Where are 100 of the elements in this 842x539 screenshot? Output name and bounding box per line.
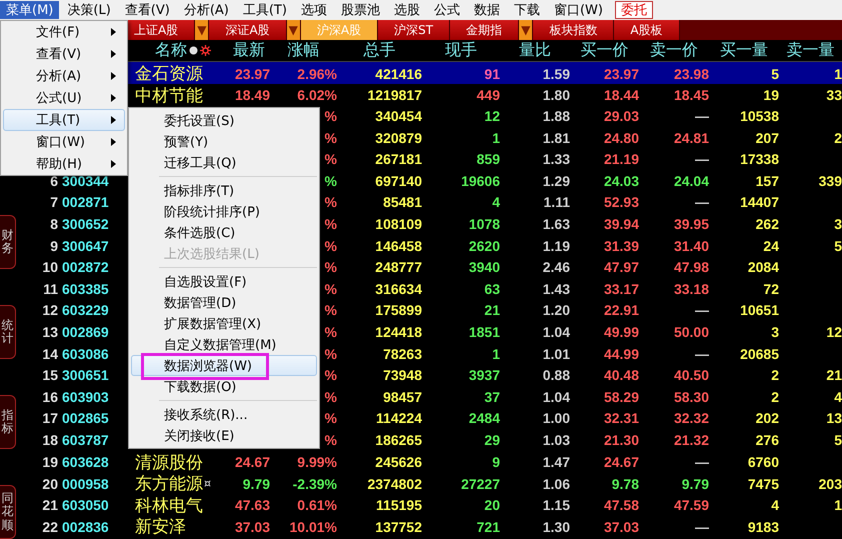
row-number: 12 [42, 302, 58, 318]
sun-icon [200, 45, 211, 56]
table-cell: 9.79 [682, 476, 709, 492]
menu-item[interactable]: 股票池 [334, 1, 386, 19]
table-cell: 421416 [375, 66, 422, 82]
column-header[interactable]: 最新 [233, 40, 265, 61]
menu-item[interactable]: 阶段统计排序(P) [131, 201, 317, 222]
menu-item[interactable]: 选股 [388, 1, 426, 19]
menu-item[interactable]: 接收系统(R)... [131, 404, 317, 425]
table-cell: % [324, 238, 337, 254]
menu-item[interactable]: 决策(L) [61, 1, 117, 19]
table-cell: 203 [818, 476, 842, 492]
table-cell: — [695, 454, 709, 470]
caret-icon [111, 50, 116, 58]
table-cell: 21.32 [674, 432, 709, 448]
menu-item[interactable]: 菜单(M) [0, 1, 60, 19]
menu-item[interactable]: 公式(U) [3, 87, 125, 109]
table-cell: 1.29 [542, 172, 570, 189]
table-cell: 37 [484, 388, 500, 405]
dropdown-button[interactable]: ▼ [286, 20, 301, 40]
table-cell: 320879 [375, 130, 422, 146]
side-tab[interactable]: 指标 [0, 395, 16, 449]
table-cell: % [324, 172, 337, 189]
table-cell: 33.17 [604, 280, 639, 297]
dropdown-button[interactable]: ▼ [519, 20, 534, 40]
table-cell: 1.00 [542, 410, 570, 426]
market-tab[interactable]: 金期指 [450, 20, 520, 40]
table-cell: 9.79 [242, 476, 270, 492]
table-cell: 146458 [375, 238, 422, 254]
menu-item[interactable]: 下载 [508, 1, 546, 19]
trade-button[interactable]: 委托 [614, 1, 653, 19]
column-header[interactable]: 总手 [364, 40, 396, 61]
menu-item[interactable]: 指标排序(T) [131, 180, 317, 201]
menu-item[interactable]: 预警(Y) [131, 131, 317, 152]
dropdown-button[interactable]: ▼ [195, 20, 210, 40]
table-cell: 40.48 [604, 367, 639, 384]
market-tab[interactable]: A股板 [614, 20, 680, 40]
menu-item[interactable]: 数据 [468, 1, 506, 19]
stock-code: 603628 [62, 454, 109, 470]
menu-item[interactable]: 下载数据(O) [131, 376, 317, 397]
menu-item[interactable]: 数据管理(D) [131, 292, 317, 313]
table-cell: 47.59 [674, 497, 709, 514]
caret-icon [111, 116, 116, 124]
menu-item[interactable]: 查看(V) [118, 1, 176, 19]
table-cell: % [324, 216, 337, 232]
table-cell: 1.81 [542, 130, 570, 146]
row-number: 15 [42, 367, 58, 384]
menu-item[interactable]: 迁移工具(Q) [131, 152, 317, 173]
table-cell: 1.30 [542, 518, 570, 535]
column-header[interactable]: 卖一量 [786, 40, 834, 61]
table-cell: 124418 [375, 324, 422, 340]
table-cell: 47.63 [234, 497, 270, 514]
menu-item[interactable]: 自定义数据管理(M) [131, 334, 317, 355]
table-cell: 9.99% [297, 454, 337, 470]
column-header[interactable]: 买一价 [580, 40, 628, 61]
column-header[interactable]: 买一量 [720, 40, 768, 61]
caret-icon [111, 72, 116, 80]
menu-item[interactable]: 条件选股(C) [131, 222, 317, 243]
table-cell: 5 [834, 432, 842, 448]
menu-label: 文件(F) [36, 24, 80, 41]
side-tab[interactable]: 财务 [0, 215, 16, 269]
table-cell: — [695, 302, 709, 318]
menu-item[interactable]: 分析(A) [178, 1, 235, 19]
caret-icon [111, 94, 116, 102]
side-tab[interactable]: 同花顺 [0, 485, 16, 539]
table-cell: 14407 [740, 194, 779, 210]
menu-item[interactable]: 窗口(W) [3, 131, 125, 153]
table-cell: 50.00 [674, 324, 709, 340]
menu-item[interactable]: 扩展数据管理(X) [131, 313, 317, 334]
column-header[interactable]: 量比 [519, 40, 551, 61]
market-tab[interactable]: 深证A股 [209, 20, 287, 40]
menu-item[interactable]: 关闭接收(E) [131, 425, 317, 446]
market-tab[interactable]: 板块指数 [533, 20, 614, 40]
stock-code: 603385 [62, 280, 109, 297]
side-tab[interactable]: 统计 [0, 305, 16, 359]
stock-code: 300344 [62, 172, 109, 189]
menu-item[interactable]: 查看(V) [3, 43, 125, 65]
menu-item[interactable]: 工具(T) [236, 1, 293, 19]
stock-code: 603903 [62, 388, 109, 405]
market-tab[interactable]: 沪深ST [378, 20, 450, 40]
menu-item[interactable]: 选项 [294, 1, 333, 19]
table-cell: 23.98 [674, 66, 709, 82]
table-cell: % [324, 108, 337, 124]
table-cell: 202 [756, 410, 779, 426]
table-cell: 175899 [375, 302, 422, 318]
menu-item[interactable]: 窗口(W) [548, 1, 609, 19]
column-header[interactable]: 涨幅 [288, 40, 320, 61]
menu-item[interactable]: 工具(T) [3, 109, 125, 131]
table-cell: 24.81 [674, 130, 709, 146]
menu-item[interactable]: 委托设置(S) [131, 110, 317, 131]
menu-label: 分析(A) [36, 68, 82, 85]
column-header[interactable]: 名称 [155, 40, 187, 61]
menu-item[interactable]: 公式 [428, 1, 466, 19]
menu-item[interactable]: 自选股设置(F) [131, 271, 317, 292]
stock-name: 金石资源 [135, 63, 203, 85]
column-header[interactable]: 卖一价 [650, 40, 698, 61]
menu-item[interactable]: 帮助(H) [3, 153, 125, 175]
column-header[interactable]: 现手 [445, 40, 477, 61]
table-cell: % [324, 367, 337, 384]
stock-name: 清源股份 [135, 452, 203, 474]
